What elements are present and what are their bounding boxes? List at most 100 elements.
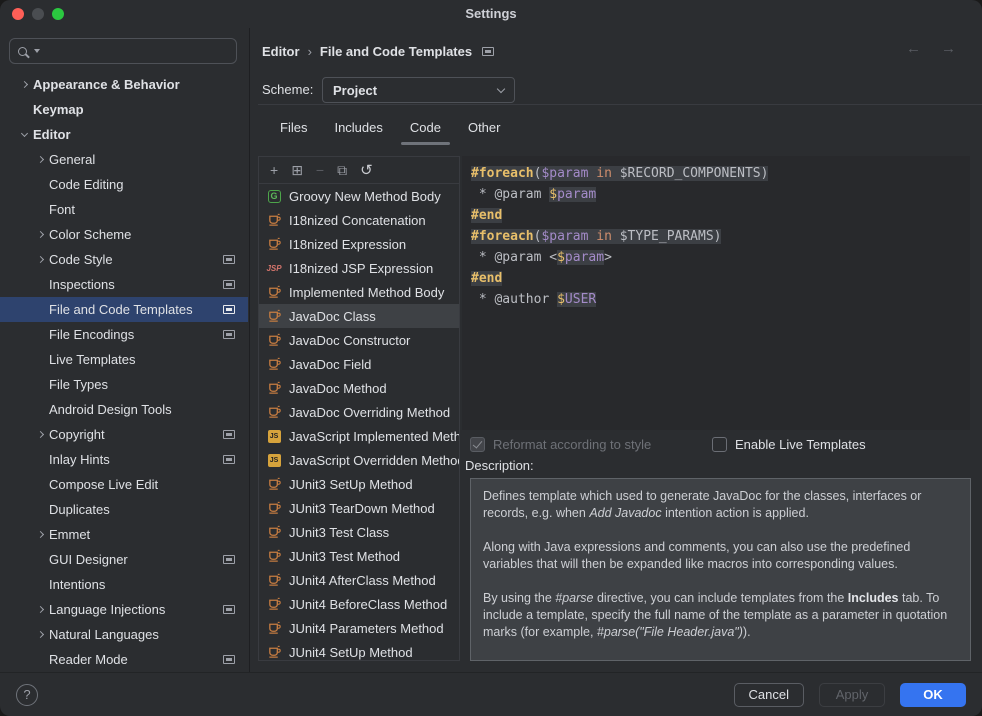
chevron-right-icon[interactable] bbox=[37, 156, 44, 163]
sidebar-item-label: Font bbox=[48, 202, 235, 217]
monitor-icon bbox=[223, 330, 235, 339]
java-cup-icon bbox=[266, 333, 282, 347]
dialog-buttons: Cancel Apply OK bbox=[734, 683, 982, 707]
template-item-label: I18nized Concatenation bbox=[289, 213, 426, 228]
sidebar-item-file-encodings[interactable]: File Encodings bbox=[0, 322, 248, 347]
sidebar-item-natural-languages[interactable]: Natural Languages bbox=[0, 622, 248, 647]
template-item-javascript-overridden-method-body[interactable]: JSJavaScript Overridden Method Body bbox=[259, 448, 459, 472]
sidebar-item-appearance-behavior[interactable]: Appearance & Behavior bbox=[0, 72, 248, 97]
tree-toggle[interactable] bbox=[33, 432, 48, 437]
template-item-implemented-method-body[interactable]: Implemented Method Body bbox=[259, 280, 459, 304]
sidebar-item-label: Inspections bbox=[48, 277, 223, 292]
sidebar-item-color-scheme[interactable]: Color Scheme bbox=[0, 222, 248, 247]
chevron-right-icon[interactable] bbox=[21, 81, 28, 88]
sidebar-item-editor[interactable]: Editor bbox=[0, 122, 248, 147]
template-item-label: JUnit3 TearDown Method bbox=[289, 501, 435, 516]
template-item-junit4-beforeclass-method[interactable]: JUnit4 BeforeClass Method bbox=[259, 592, 459, 616]
sidebar-item-language-injections[interactable]: Language Injections bbox=[0, 597, 248, 622]
sidebar-item-compose-live-edit[interactable]: Compose Live Edit bbox=[0, 472, 248, 497]
tree-toggle[interactable] bbox=[33, 607, 48, 612]
template-item-javadoc-field[interactable]: JavaDoc Field bbox=[259, 352, 459, 376]
sidebar-item-reader-mode[interactable]: Reader Mode bbox=[0, 647, 248, 672]
tree-toggle[interactable] bbox=[33, 232, 48, 237]
sidebar-item-gui-designer[interactable]: GUI Designer bbox=[0, 547, 248, 572]
chevron-right-icon[interactable] bbox=[37, 231, 44, 238]
java-cup-icon bbox=[266, 621, 282, 635]
chevron-right-icon[interactable] bbox=[37, 606, 44, 613]
template-variable: $param bbox=[557, 250, 604, 265]
template-item-i18nized-expression[interactable]: I18nized Expression bbox=[259, 232, 459, 256]
cancel-button[interactable]: Cancel bbox=[734, 683, 804, 707]
template-item-i18nized-jsp-expression[interactable]: JSPI18nized JSP Expression bbox=[259, 256, 459, 280]
scheme-dropdown[interactable]: Project bbox=[322, 77, 515, 103]
template-item-i18nized-concatenation[interactable]: I18nized Concatenation bbox=[259, 208, 459, 232]
template-item-javascript-implemented-method-body[interactable]: JSJavaScript Implemented Method Body bbox=[259, 424, 459, 448]
tab-other[interactable]: Other bbox=[457, 116, 512, 145]
chevron-right-icon[interactable] bbox=[37, 631, 44, 638]
template-item-label: JUnit4 AfterClass Method bbox=[289, 573, 436, 588]
sidebar-item-inspections[interactable]: Inspections bbox=[0, 272, 248, 297]
copy-template-icon[interactable]: ⧉ bbox=[337, 163, 347, 177]
search-history-chevron-icon[interactable] bbox=[34, 49, 40, 53]
template-item-javadoc-method[interactable]: JavaDoc Method bbox=[259, 376, 459, 400]
sidebar-item-code-style[interactable]: Code Style bbox=[0, 247, 248, 272]
breadcrumb-parent[interactable]: Editor bbox=[262, 44, 300, 59]
sidebar-item-file-and-code-templates[interactable]: File and Code Templates bbox=[0, 297, 248, 322]
titlebar[interactable]: Settings bbox=[0, 0, 982, 28]
sidebar-item-keymap[interactable]: Keymap bbox=[0, 97, 248, 122]
chevron-right-icon[interactable] bbox=[37, 256, 44, 263]
template-item-junit4-parameters-method[interactable]: JUnit4 Parameters Method bbox=[259, 616, 459, 640]
reset-to-default-icon[interactable]: ↺ bbox=[360, 163, 373, 178]
search-input[interactable] bbox=[43, 44, 228, 59]
template-item-javadoc-constructor[interactable]: JavaDoc Constructor bbox=[259, 328, 459, 352]
sidebar-item-live-templates[interactable]: Live Templates bbox=[0, 347, 248, 372]
template-item-groovy-new-method-body[interactable]: GGroovy New Method Body bbox=[259, 184, 459, 208]
sidebar-item-code-editing[interactable]: Code Editing bbox=[0, 172, 248, 197]
sidebar-item-android-design-tools[interactable]: Android Design Tools bbox=[0, 397, 248, 422]
create-child-template-icon[interactable]: ⊞ bbox=[291, 163, 303, 177]
help-button[interactable]: ? bbox=[16, 684, 38, 706]
template-item-label: JavaScript Overridden Method Body bbox=[289, 453, 459, 468]
sidebar-item-general[interactable]: General bbox=[0, 147, 248, 172]
add-template-icon[interactable]: + bbox=[270, 163, 278, 177]
sidebar-item-copyright[interactable]: Copyright bbox=[0, 422, 248, 447]
sidebar-item-label: Color Scheme bbox=[48, 227, 235, 242]
template-item-junit3-test-method[interactable]: JUnit3 Test Method bbox=[259, 544, 459, 568]
sidebar-item-intentions[interactable]: Intentions bbox=[0, 572, 248, 597]
tab-files[interactable]: Files bbox=[269, 116, 318, 145]
template-item-junit3-test-class[interactable]: JUnit3 Test Class bbox=[259, 520, 459, 544]
directive-highlight: #end bbox=[471, 208, 502, 223]
sidebar-item-label: Intentions bbox=[48, 577, 235, 592]
template-editor[interactable]: #foreach($param in $RECORD_COMPONENTS) *… bbox=[462, 156, 970, 430]
sidebar-item-inlay-hints[interactable]: Inlay Hints bbox=[0, 447, 248, 472]
live-templates-checkbox[interactable] bbox=[712, 437, 727, 452]
tree-toggle[interactable] bbox=[33, 532, 48, 537]
live-templates-option: Enable Live Templates bbox=[712, 437, 866, 452]
tab-includes[interactable]: Includes bbox=[323, 116, 393, 145]
breadcrumb-current: File and Code Templates bbox=[320, 44, 472, 59]
chevron-down-icon[interactable] bbox=[21, 130, 28, 137]
history-nav: ← → bbox=[906, 40, 956, 57]
template-item-junit4-afterclass-method[interactable]: JUnit4 AfterClass Method bbox=[259, 568, 459, 592]
template-list: GGroovy New Method Body I18nized Concaten… bbox=[259, 184, 459, 661]
template-item-javadoc-overriding-method[interactable]: JavaDoc Overriding Method bbox=[259, 400, 459, 424]
chevron-right-icon[interactable] bbox=[37, 431, 44, 438]
chevron-right-icon[interactable] bbox=[37, 531, 44, 538]
sidebar-item-font[interactable]: Font bbox=[0, 197, 248, 222]
sidebar-item-emmet[interactable]: Emmet bbox=[0, 522, 248, 547]
settings-search[interactable] bbox=[9, 38, 237, 64]
tree-toggle[interactable] bbox=[17, 82, 32, 87]
tree-toggle[interactable] bbox=[33, 257, 48, 262]
tab-code[interactable]: Code bbox=[399, 116, 452, 145]
template-item-javadoc-class[interactable]: JavaDoc Class bbox=[259, 304, 459, 328]
sidebar-item-duplicates[interactable]: Duplicates bbox=[0, 497, 248, 522]
tree-toggle[interactable] bbox=[33, 157, 48, 162]
template-item-label: I18nized Expression bbox=[289, 237, 406, 252]
template-item-junit3-setup-method[interactable]: JUnit3 SetUp Method bbox=[259, 472, 459, 496]
sidebar-item-file-types[interactable]: File Types bbox=[0, 372, 248, 397]
ok-button[interactable]: OK bbox=[900, 683, 966, 707]
template-item-junit3-teardown-method[interactable]: JUnit3 TearDown Method bbox=[259, 496, 459, 520]
tree-toggle[interactable] bbox=[33, 632, 48, 637]
tree-toggle[interactable] bbox=[17, 133, 32, 136]
template-item-junit4-setup-method[interactable]: JUnit4 SetUp Method bbox=[259, 640, 459, 661]
